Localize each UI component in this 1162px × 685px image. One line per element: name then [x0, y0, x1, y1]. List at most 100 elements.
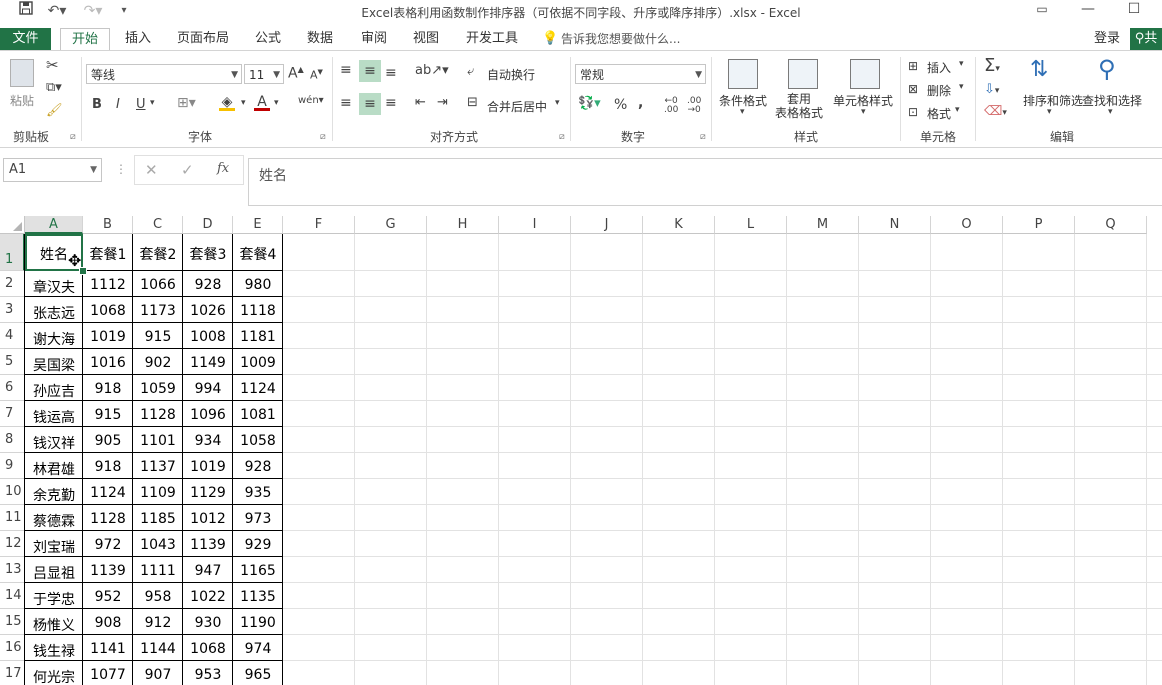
- value-cell[interactable]: 905: [83, 433, 133, 453]
- name-cell[interactable]: 谢大海: [25, 329, 83, 349]
- value-cell[interactable]: 1009: [233, 355, 283, 375]
- chevron-down-icon[interactable]: ▾: [959, 82, 964, 92]
- row-header-5[interactable]: 5: [0, 349, 25, 375]
- row-header-13[interactable]: 13: [0, 557, 25, 583]
- value-cell[interactable]: 915: [133, 329, 183, 349]
- value-cell[interactable]: 1012: [183, 511, 233, 531]
- autosum-icon[interactable]: Σ▾: [984, 55, 1000, 76]
- row-header-15[interactable]: 15: [0, 609, 25, 635]
- insert-cells-icon[interactable]: ⊞: [908, 59, 918, 73]
- value-cell[interactable]: 1008: [183, 329, 233, 349]
- value-cell[interactable]: 1112: [83, 277, 133, 297]
- middle-align-icon[interactable]: ≡: [359, 60, 381, 82]
- wrap-text-button[interactable]: 自动换行: [487, 66, 535, 83]
- value-cell[interactable]: 974: [233, 641, 283, 661]
- format-as-table-button[interactable]: 套用 表格格式: [770, 92, 828, 120]
- value-cell[interactable]: 930: [183, 615, 233, 635]
- name-cell[interactable]: 张志远: [25, 303, 83, 323]
- name-cell[interactable]: 吕显祖: [25, 563, 83, 583]
- tab-page-layout[interactable]: 页面布局: [170, 28, 236, 50]
- sign-in-link[interactable]: 登录: [1088, 28, 1126, 50]
- chevron-down-icon[interactable]: ▾: [150, 98, 155, 108]
- merge-center-icon[interactable]: ⊟: [467, 95, 478, 110]
- value-cell[interactable]: 980: [233, 277, 283, 297]
- worksheet-grid[interactable]: ABCDEFGHIJKLMNOPQ 1 2 3 4 5 6 7 8 9 10 11 12 13 14 15 1…: [0, 216, 1162, 685]
- percent-icon[interactable]: %: [614, 97, 627, 113]
- value-cell[interactable]: 1181: [233, 329, 283, 349]
- phonetic-icon[interactable]: wén▾: [298, 95, 324, 106]
- decrease-decimal-icon[interactable]: .00 →0: [687, 97, 701, 115]
- share-button[interactable]: ⚲共: [1130, 28, 1162, 50]
- column-header-m[interactable]: M: [787, 216, 859, 234]
- name-box[interactable]: A1 ▼: [3, 158, 102, 182]
- value-cell[interactable]: 1026: [183, 303, 233, 323]
- value-cell[interactable]: 918: [83, 381, 133, 401]
- value-cell[interactable]: 958: [133, 589, 183, 609]
- conditional-format-icon[interactable]: [728, 59, 758, 89]
- fill-icon[interactable]: ⇩▾: [984, 82, 999, 97]
- currency-icon[interactable]: 💱▾: [578, 96, 601, 111]
- copy-icon[interactable]: ⧉▾: [46, 80, 62, 95]
- paste-icon[interactable]: [10, 59, 34, 87]
- sort-filter-icon[interactable]: ⇅: [1030, 57, 1048, 82]
- value-cell[interactable]: 1128: [133, 407, 183, 427]
- value-cell[interactable]: 1022: [183, 589, 233, 609]
- name-cell[interactable]: 钱运高: [25, 407, 83, 427]
- value-cell[interactable]: 973: [233, 511, 283, 531]
- column-header-k[interactable]: K: [643, 216, 715, 234]
- paste-button[interactable]: 粘贴: [10, 92, 34, 109]
- column-header-h[interactable]: H: [427, 216, 499, 234]
- grow-font-icon[interactable]: A▲: [288, 65, 304, 82]
- value-cell[interactable]: 928: [233, 459, 283, 479]
- name-cell[interactable]: 何光宗: [25, 667, 83, 685]
- value-cell[interactable]: 965: [233, 667, 283, 685]
- value-cell[interactable]: 1139: [183, 537, 233, 557]
- borders-icon[interactable]: ⊞▾: [177, 95, 196, 111]
- chevron-down-icon[interactable]: ▾: [241, 98, 246, 108]
- value-cell[interactable]: 915: [83, 407, 133, 427]
- insert-cells-button[interactable]: 插入: [927, 59, 951, 76]
- column-header-q[interactable]: Q: [1075, 216, 1147, 234]
- header-cell[interactable]: 套餐3: [183, 244, 233, 264]
- shrink-font-icon[interactable]: A▼: [310, 68, 323, 82]
- value-cell[interactable]: 1139: [83, 563, 133, 583]
- tab-home[interactable]: 开始: [60, 28, 110, 52]
- value-cell[interactable]: 1149: [183, 355, 233, 375]
- name-cell[interactable]: 余克勤: [25, 485, 83, 505]
- tab-formulas[interactable]: 公式: [246, 28, 290, 50]
- value-cell[interactable]: 1058: [233, 433, 283, 453]
- ribbon-display-icon[interactable]: ▭: [1019, 0, 1065, 22]
- value-cell[interactable]: 1016: [83, 355, 133, 375]
- value-cell[interactable]: 1043: [133, 537, 183, 557]
- top-align-icon[interactable]: ≡: [340, 62, 352, 78]
- formula-input[interactable]: 姓名: [248, 158, 1162, 206]
- row-header-3[interactable]: 3: [0, 297, 25, 323]
- tab-data[interactable]: 数据: [298, 28, 342, 50]
- column-header-d[interactable]: D: [183, 216, 233, 234]
- value-cell[interactable]: 1141: [83, 641, 133, 661]
- value-cell[interactable]: 1096: [183, 407, 233, 427]
- align-center-icon[interactable]: ≡: [359, 93, 381, 115]
- value-cell[interactable]: 935: [233, 485, 283, 505]
- bottom-align-icon[interactable]: ≡: [385, 65, 397, 81]
- clipboard-launcher-icon[interactable]: ⧄: [70, 132, 76, 142]
- name-cell[interactable]: 杨惟义: [25, 615, 83, 635]
- row-header-9[interactable]: 9: [0, 453, 25, 479]
- italic-icon[interactable]: I: [116, 97, 120, 112]
- value-cell[interactable]: 1190: [233, 615, 283, 635]
- value-cell[interactable]: 1081: [233, 407, 283, 427]
- value-cell[interactable]: 1144: [133, 641, 183, 661]
- chevron-down-icon[interactable]: ▾: [555, 98, 560, 108]
- value-cell[interactable]: 918: [83, 459, 133, 479]
- column-header-n[interactable]: N: [859, 216, 931, 234]
- chevron-down-icon[interactable]: ▾: [959, 59, 964, 69]
- tab-review[interactable]: 审阅: [352, 28, 396, 50]
- value-cell[interactable]: 1124: [83, 485, 133, 505]
- column-header-g[interactable]: G: [355, 216, 427, 234]
- alignment-launcher-icon[interactable]: ⧄: [559, 132, 565, 142]
- row-header-8[interactable]: 8: [0, 427, 25, 453]
- font-size-combo[interactable]: 11 ▼: [244, 64, 284, 84]
- name-cell[interactable]: 钱汉祥: [25, 433, 83, 453]
- value-cell[interactable]: 1019: [83, 329, 133, 349]
- align-left-icon[interactable]: ≡: [340, 95, 352, 111]
